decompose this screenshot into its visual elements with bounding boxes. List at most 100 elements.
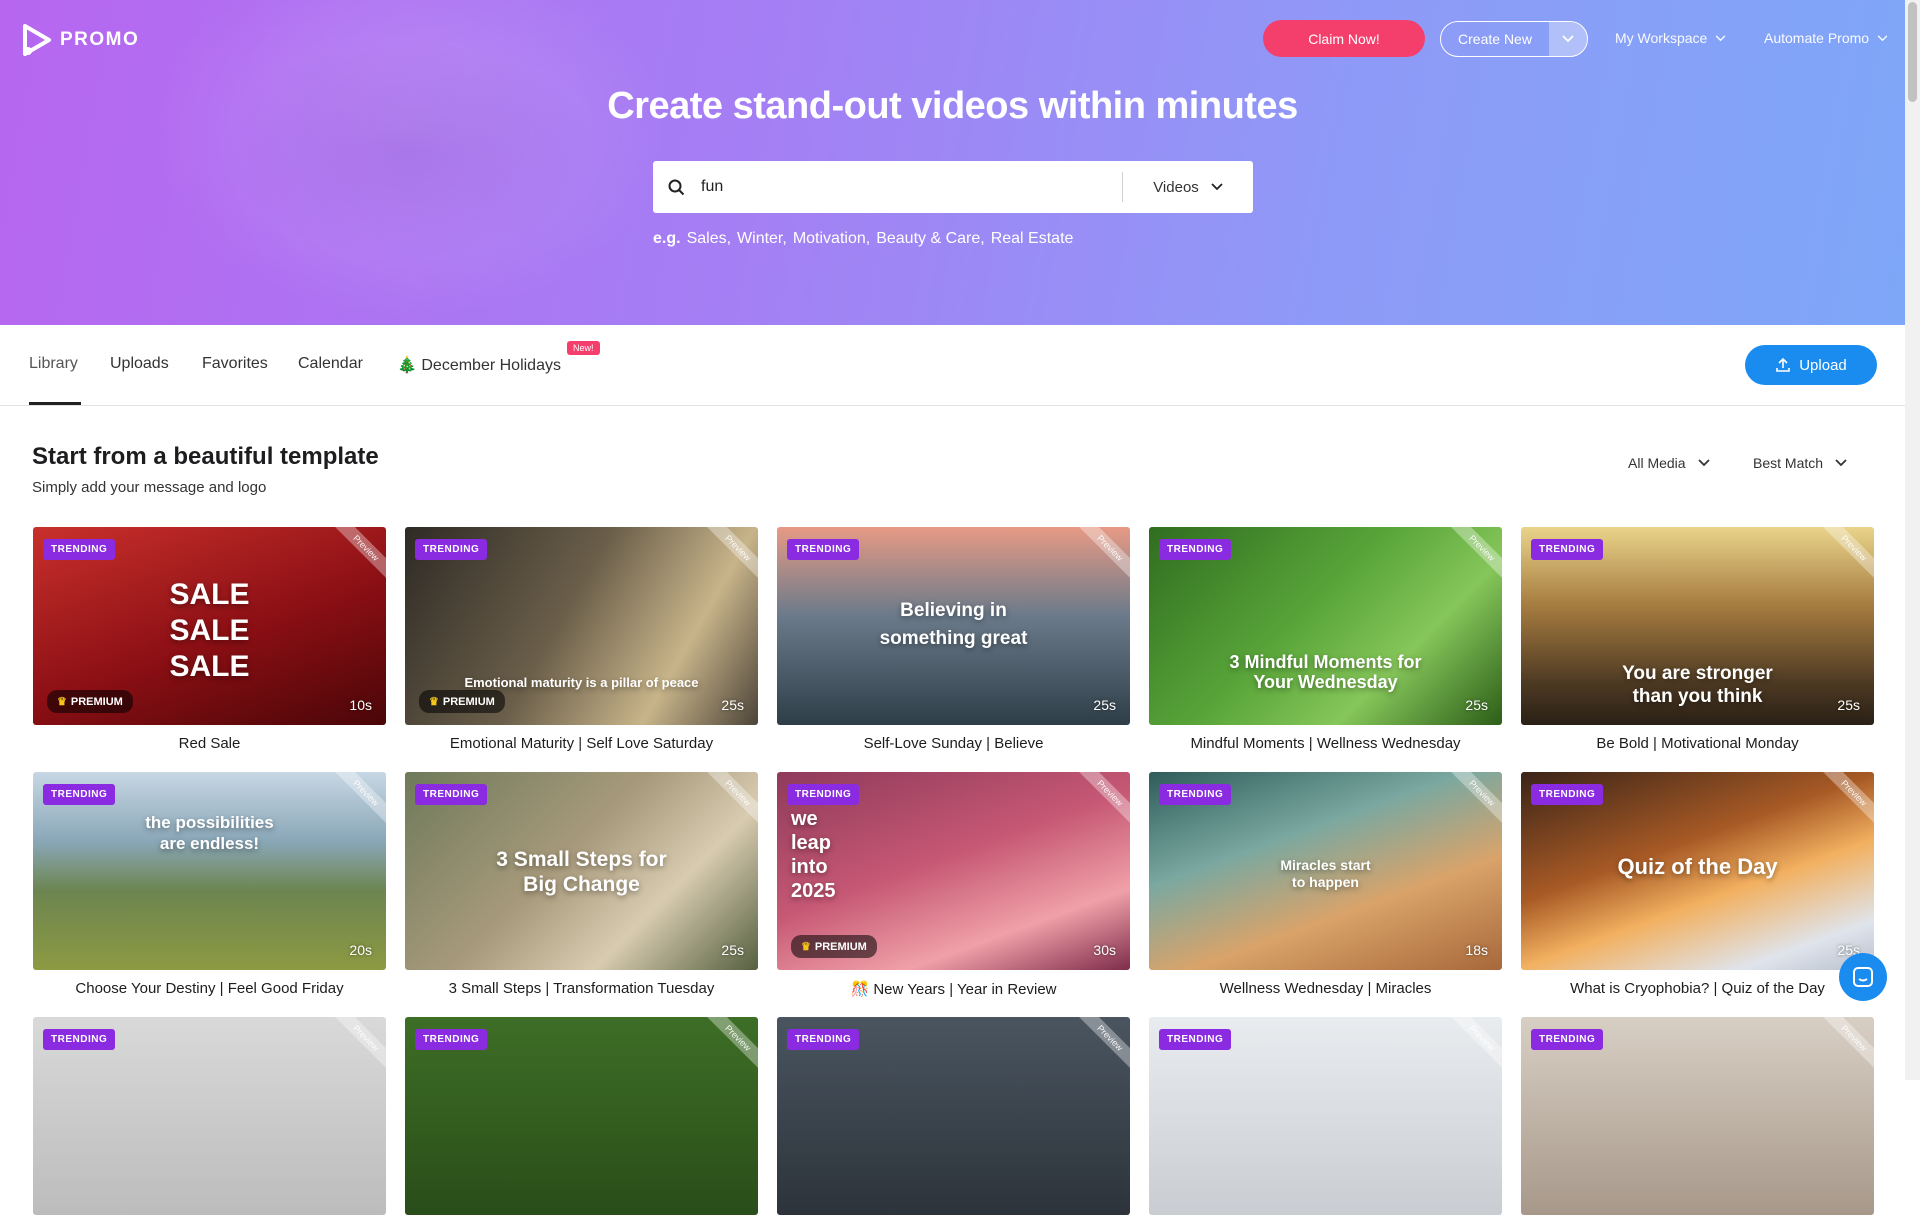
template-title[interactable]: Mindful Moments | Wellness Wednesday [1149,735,1502,752]
example-link[interactable]: Motivation, [793,230,870,248]
automate-promo-menu[interactable]: Automate Promo [1764,30,1888,46]
template-card[interactable]: You are stronger than you think TRENDING P… [1521,527,1874,752]
template-card[interactable]: TRENDING Preview [777,1017,1130,1215]
template-thumbnail[interactable]: TRENDING Preview [777,1017,1130,1215]
tab-library[interactable]: Library [29,355,78,373]
search-examples: e.g. Sales, Winter, Motivation, Beauty &… [653,230,1073,248]
template-thumbnail[interactable]: SALE SALE SALE TRENDING Preview 10s ♛ PREMIUM [33,527,386,725]
template-card[interactable]: TRENDING Preview [33,1017,386,1215]
trending-badge: TRENDING [415,539,488,560]
template-title[interactable]: What is Cryophobia? | Quiz of the Day [1521,980,1874,997]
examples-prefix: e.g. [653,230,681,247]
media-type-select[interactable]: Videos [1123,179,1253,196]
create-new-split-button[interactable]: Create New [1440,21,1588,57]
create-new-button[interactable]: Create New [1441,22,1549,56]
template-card[interactable]: 3 Small Steps for Big Change TRENDING Prev… [405,772,758,997]
duration-label: 25s [721,697,744,713]
template-thumbnail[interactable]: 3 Mindful Moments for Your Wednesday TREN… [1149,527,1502,725]
example-link[interactable]: Real Estate [991,230,1074,248]
new-badge: New! [567,341,600,355]
preview-ribbon: Preview [703,527,758,583]
template-card[interactable]: Miracles start to happen TRENDING Preview 1… [1149,772,1502,997]
sort-dropdown[interactable]: Best Match [1753,455,1847,471]
page-scrollbar[interactable] [1905,0,1920,1080]
duration-label: 25s [721,942,744,958]
template-title[interactable]: 3 Small Steps | Transformation Tuesday [405,980,758,997]
template-thumbnail[interactable]: TRENDING Preview [405,1017,758,1215]
template-title[interactable]: Choose Your Destiny | Feel Good Friday [33,980,386,997]
chevron-down-icon [1835,459,1847,467]
template-card[interactable]: the possibilities are endless! TRENDING Pr… [33,772,386,997]
sort-label: Best Match [1753,455,1824,471]
preview-ribbon: Preview [1075,527,1130,583]
premium-badge: ♛ PREMIUM [47,690,133,713]
preview-ribbon: Preview [1447,772,1502,828]
template-thumbnail[interactable]: Miracles start to happen TRENDING Preview 1… [1149,772,1502,970]
template-thumbnail[interactable]: the possibilities are endless! TRENDING Pr… [33,772,386,970]
media-filter-dropdown[interactable]: All Media [1628,455,1710,471]
chevron-down-icon [1697,459,1710,467]
example-link[interactable]: Sales, [687,230,731,248]
media-filter-label: All Media [1628,455,1686,471]
preview-ribbon: Preview [1819,772,1874,828]
template-overlay-text: the possibilities are endless! [145,813,274,853]
premium-badge: ♛ PREMIUM [791,935,877,958]
trending-badge: TRENDING [43,784,116,805]
automate-promo-label: Automate Promo [1764,30,1870,46]
create-new-dropdown[interactable] [1549,22,1587,56]
template-thumbnail[interactable]: TRENDING Preview [1149,1017,1502,1215]
template-title[interactable]: Emotional Maturity | Self Love Saturday [405,735,758,752]
search-icon[interactable] [653,179,699,196]
template-card[interactable]: Quiz of the Day TRENDING Preview 25s What is… [1521,772,1874,997]
template-card[interactable]: 3 Mindful Moments for Your Wednesday TREN… [1149,527,1502,752]
template-card[interactable]: SALE SALE SALE TRENDING Preview 10s ♛ PREMIUM… [33,527,386,752]
scrollbar-thumb[interactable] [1908,2,1917,102]
template-thumbnail[interactable]: TRENDING Preview [1521,1017,1874,1215]
trending-badge: TRENDING [415,1029,488,1050]
template-card[interactable]: TRENDING Preview [405,1017,758,1215]
tab-favorites[interactable]: Favorites [202,355,268,373]
template-thumbnail[interactable]: we leap into 2025 TRENDING Preview 30s ♛ PREM… [777,772,1130,970]
duration-label: 30s [1093,942,1116,958]
my-workspace-menu[interactable]: My Workspace [1615,30,1726,46]
tab-calendar[interactable]: Calendar [298,355,363,373]
tab-december-holidays[interactable]: 🎄 December Holidays [397,355,561,375]
template-thumbnail[interactable]: Quiz of the Day TRENDING Preview 25s [1521,772,1874,970]
example-link[interactable]: Beauty & Care, [876,230,985,248]
template-card[interactable]: TRENDING Preview [1521,1017,1874,1215]
trending-badge: TRENDING [43,539,116,560]
template-card[interactable]: we leap into 2025 TRENDING Preview 30s ♛ PREM… [777,772,1130,998]
example-link[interactable]: Winter, [737,230,787,248]
preview-ribbon: Preview [331,1017,386,1073]
template-overlay-text: You are stronger than you think [1622,663,1773,707]
template-title[interactable]: Be Bold | Motivational Monday [1521,735,1874,752]
claim-now-button[interactable]: Claim Now! [1263,20,1425,57]
template-thumbnail[interactable]: You are stronger than you think TRENDING P… [1521,527,1874,725]
template-thumbnail[interactable]: Believing in something great TRENDING Prev… [777,527,1130,725]
brand-logo[interactable]: PROMO [22,24,139,56]
template-title[interactable]: 🎊 New Years | Year in Review [777,980,1130,998]
template-card[interactable]: Emotional maturity is a pillar of peace T… [405,527,758,752]
duration-label: 10s [349,697,372,713]
template-title[interactable]: Red Sale [33,735,386,752]
template-thumbnail[interactable]: 3 Small Steps for Big Change TRENDING Prev… [405,772,758,970]
section-subtitle: Simply add your message and logo [32,479,267,496]
upload-button[interactable]: Upload [1745,345,1877,385]
tab-uploads[interactable]: Uploads [110,355,169,373]
search-input[interactable] [699,166,1122,208]
trending-badge: TRENDING [787,539,860,560]
trending-badge: TRENDING [43,1029,116,1050]
hero-decoration-shadow [220,40,600,260]
preview-ribbon: Preview [1447,527,1502,583]
template-card[interactable]: TRENDING Preview [1149,1017,1502,1215]
template-thumbnail[interactable]: Emotional maturity is a pillar of peace T… [405,527,758,725]
hero-banner: PROMO Claim Now! Create New My Workspace… [0,0,1905,325]
template-card[interactable]: Believing in something great TRENDING Prev… [777,527,1130,752]
duration-label: 20s [349,942,372,958]
template-title[interactable]: Wellness Wednesday | Miracles [1149,980,1502,997]
crown-icon: ♛ [429,696,439,708]
trending-badge: TRENDING [1159,784,1232,805]
template-thumbnail[interactable]: TRENDING Preview [33,1017,386,1215]
template-title[interactable]: Self-Love Sunday | Believe [777,735,1130,752]
chat-button[interactable] [1839,953,1887,1001]
